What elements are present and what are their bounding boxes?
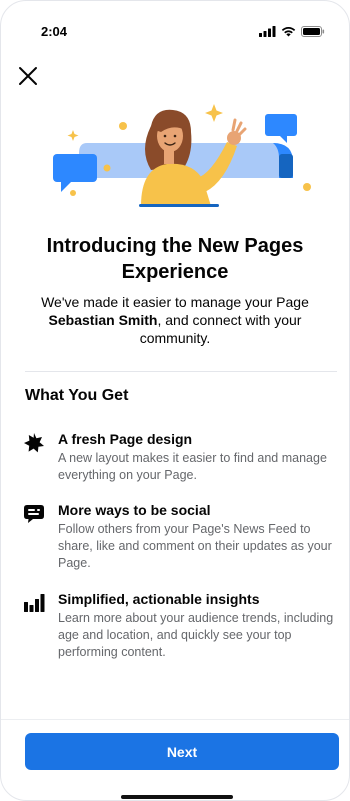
feature-title: More ways to be social [58,502,211,518]
status-time: 2:04 [41,24,68,39]
person-waving-illustration [53,104,311,207]
status-icons [259,26,325,37]
status-bar: 2:04 [1,1,349,53]
wifi-icon [281,26,296,37]
feature-description: Follow others from your Page's News Feed… [58,522,332,570]
intro-text-after: , and connect with your community. [139,312,302,346]
feature-description: A new layout makes it easier to find and… [58,451,327,482]
signal-icon [259,26,276,37]
close-icon [19,67,37,85]
phone-screen: 2:04 Introducing the New Pages Experienc… [0,0,350,801]
home-indicator [121,795,233,799]
bar-chart-icon [24,594,45,612]
footer-divider [1,719,349,720]
chat-bubble-icon [24,505,44,523]
section-title: What You Get [25,387,129,404]
next-button[interactable]: Next [25,733,339,770]
page-name: Sebastian Smith [48,312,158,328]
feature-title: Simplified, actionable insights [58,591,260,607]
intro-text: We've made it easier to manage your Page… [23,293,327,347]
close-button[interactable] [17,65,39,87]
feature-description: Learn more about your audience trends, i… [58,611,334,659]
battery-icon [301,26,325,37]
page-title: Introducing the New Pages Experience [46,235,304,283]
intro-text-before: We've made it easier to manage your Page [41,294,309,310]
star-burst-icon [24,433,44,453]
feature-title: A fresh Page design [58,431,193,447]
section-divider [25,371,337,372]
